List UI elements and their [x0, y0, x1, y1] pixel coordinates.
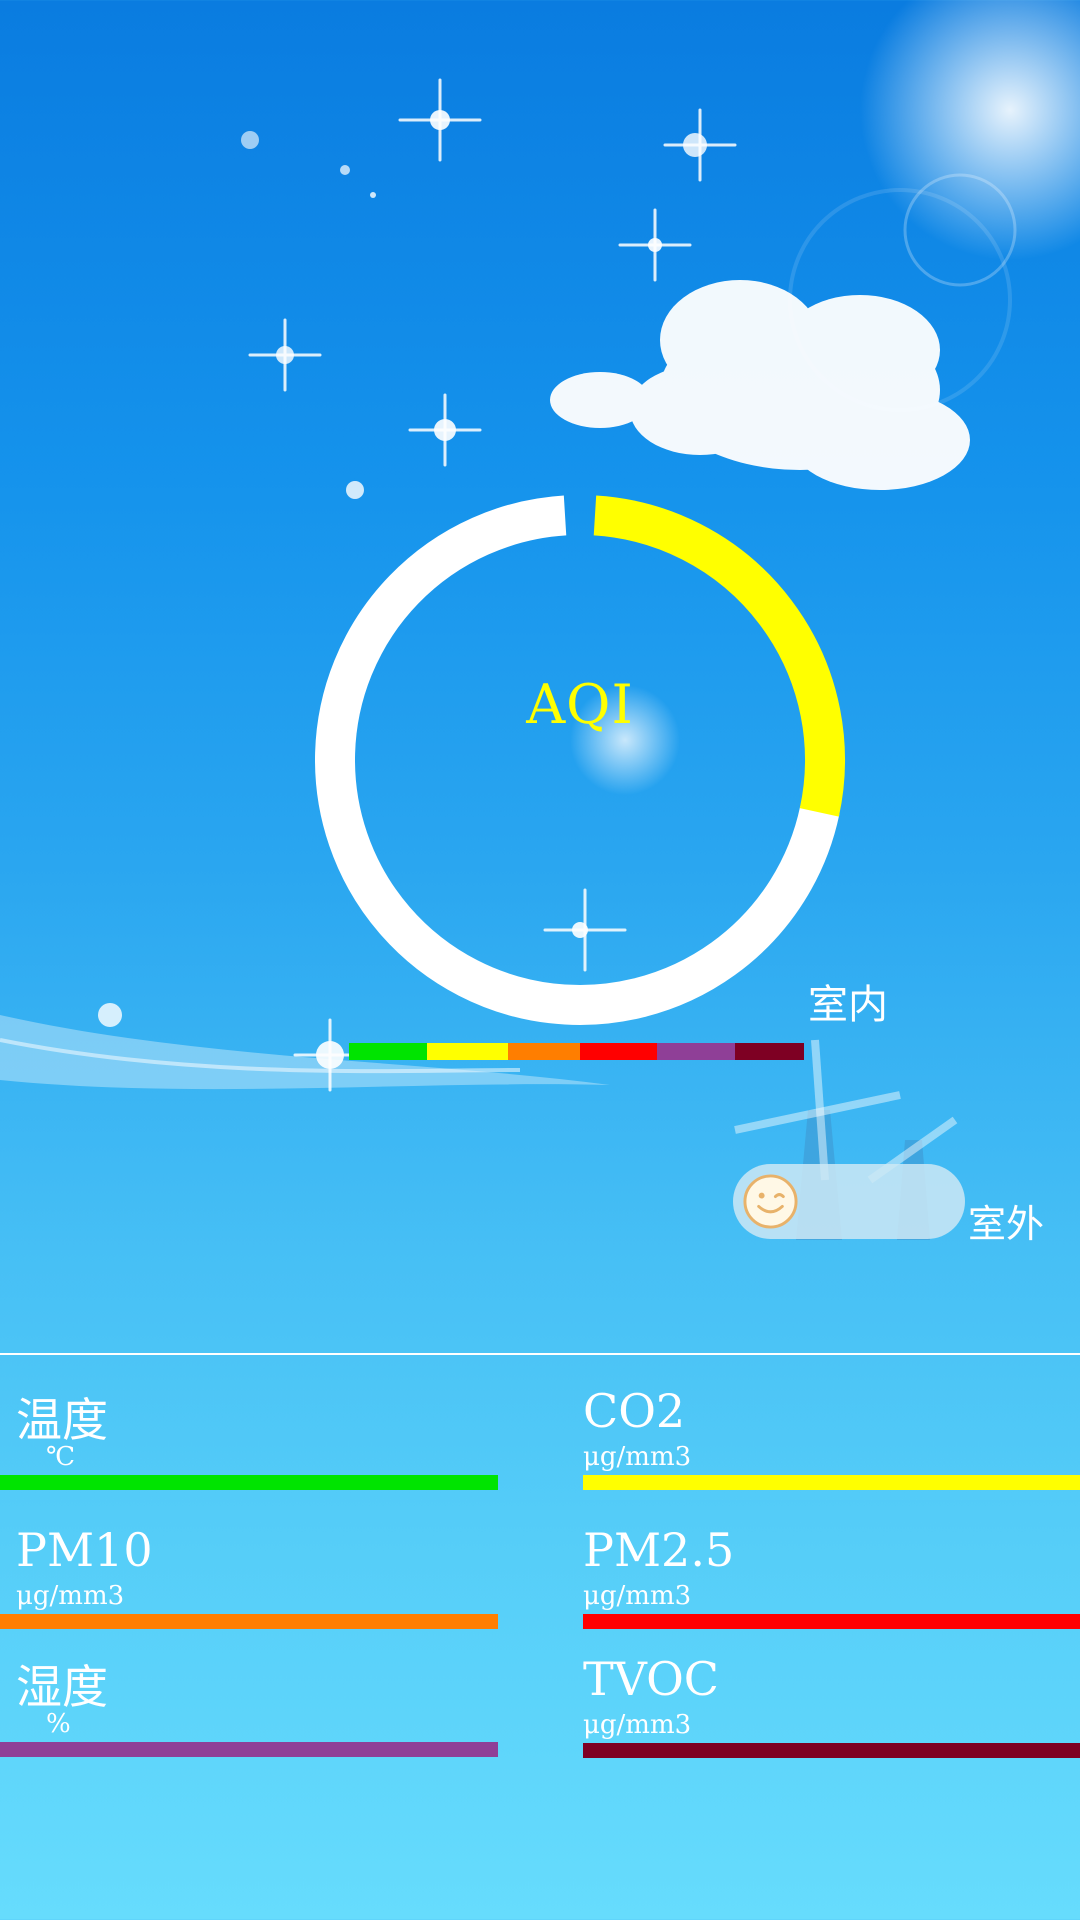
tab-outdoor[interactable]: 室外 [968, 1193, 1044, 1248]
metric-unit: μg/mm3 [583, 1442, 692, 1472]
metric-color-bar [583, 1475, 1080, 1490]
metric-unit: μg/mm3 [16, 1581, 125, 1611]
metric-color-bar [0, 1742, 498, 1757]
aqi-ring-gauge [315, 495, 845, 1025]
metric-name: 湿度 [16, 1660, 108, 1714]
metric-unit: μg/mm3 [583, 1710, 692, 1740]
metric-color-bar [583, 1743, 1080, 1758]
metric-name: TVOC [583, 1652, 720, 1706]
indoor-outdoor-toggle[interactable] [733, 1164, 965, 1239]
metric-color-bar [583, 1614, 1080, 1629]
metric-color-bar [0, 1475, 498, 1490]
metric-name: PM2.5 [583, 1523, 735, 1577]
aqi-color-scale [349, 1043, 804, 1060]
metric-name: 温度 [16, 1393, 108, 1447]
section-divider [0, 1353, 1080, 1355]
metric-unit: ℃ [46, 1442, 76, 1472]
aqi-scale-segment [580, 1043, 657, 1060]
smiley-wink-icon [743, 1174, 798, 1229]
aqi-scale-segment [427, 1043, 508, 1060]
aqi-scale-segment [508, 1043, 580, 1060]
aqi-ring-fill [593, 495, 845, 817]
metric-unit: % [46, 1709, 71, 1739]
aqi-scale-segment [735, 1043, 804, 1060]
aqi-scale-segment [349, 1043, 427, 1060]
aqi-scale-segment [657, 1043, 735, 1060]
metric-name: CO2 [583, 1384, 686, 1438]
aqi-label: AQI [526, 673, 634, 736]
tab-indoor[interactable]: 室内 [808, 972, 888, 1030]
metric-name: PM10 [16, 1523, 153, 1577]
metric-color-bar [0, 1614, 498, 1629]
metric-unit: μg/mm3 [583, 1581, 692, 1611]
